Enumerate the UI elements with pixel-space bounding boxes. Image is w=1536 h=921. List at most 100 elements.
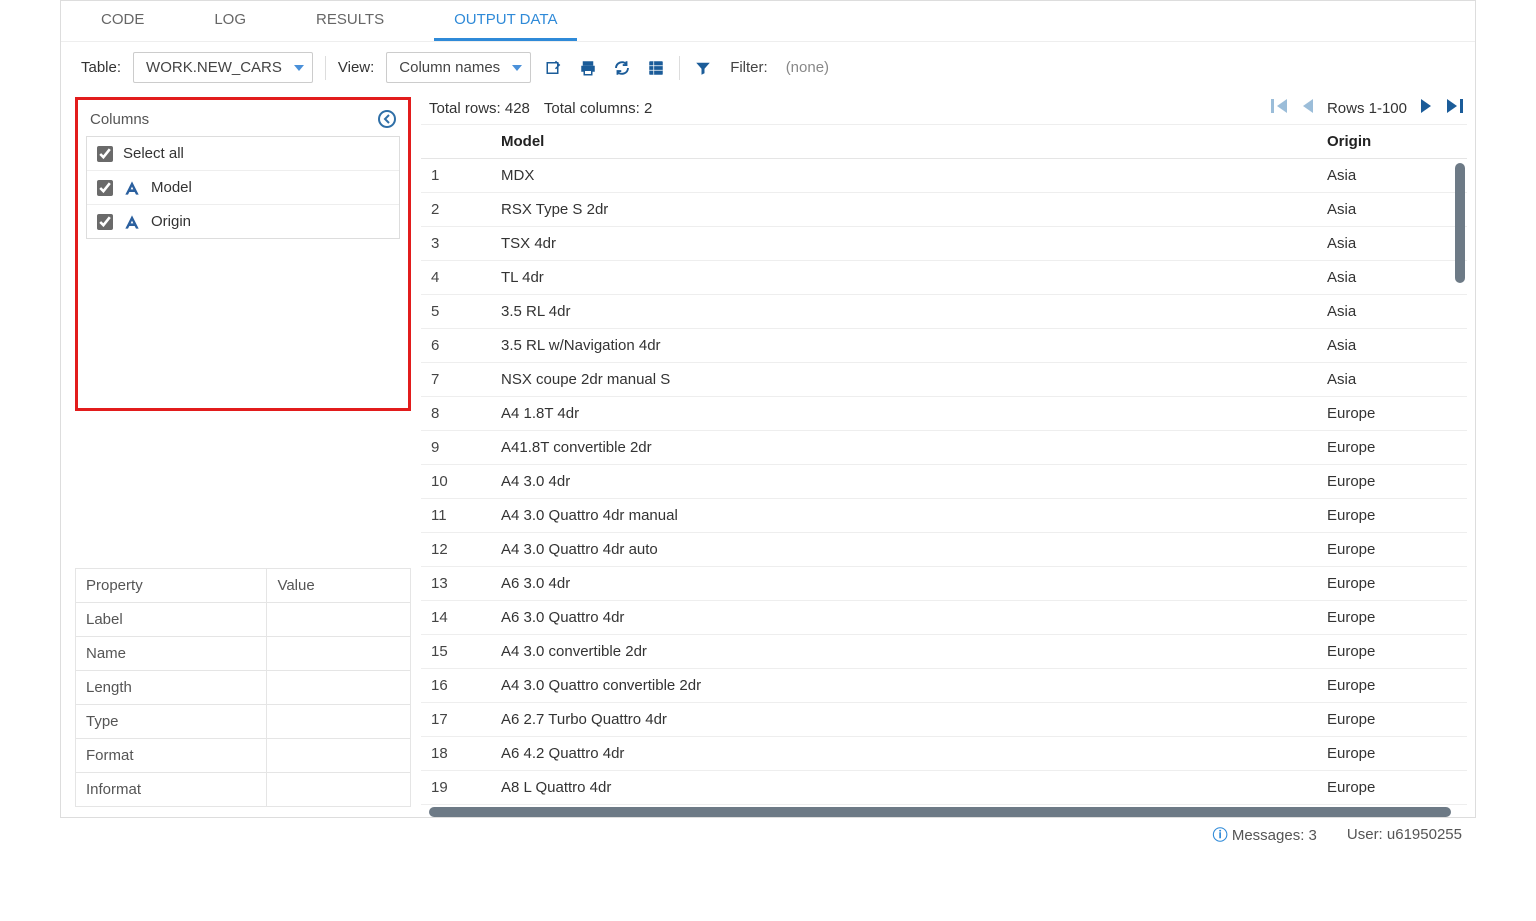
column-header-model[interactable]: Model [491,125,1317,159]
tab-output-data[interactable]: OUTPUT DATA [434,1,577,41]
tab-results[interactable]: RESULTS [296,1,404,41]
view-select-value: Column names [399,59,500,76]
data-panel: Total rows: 428 Total columns: 2 [421,93,1475,817]
cell-origin: Asia [1317,227,1467,261]
cell-model: A4 1.8T 4dr [491,397,1317,431]
column-item-origin[interactable]: Origin [87,205,399,238]
table-label: Table: [81,59,121,76]
cell-origin: Asia [1317,363,1467,397]
cell-origin: Europe [1317,431,1467,465]
row-number: 8 [421,397,491,431]
properties-table: Property Value LabelNameLengthTypeFormat… [75,568,411,807]
next-page-icon[interactable] [1419,99,1433,118]
view-select[interactable]: Column names [386,52,531,83]
column-header-origin[interactable]: Origin [1317,125,1467,159]
table-row[interactable]: 16A4 3.0 Quattro convertible 2drEurope [421,669,1467,703]
table-row[interactable]: 11A4 3.0 Quattro 4dr manualEurope [421,499,1467,533]
grid-icon[interactable] [645,57,667,79]
cell-origin: Asia [1317,159,1467,193]
prev-page-icon[interactable] [1301,99,1315,118]
row-number: 2 [421,193,491,227]
columns-list: Select all Model Origin [86,136,400,239]
tab-log[interactable]: LOG [194,1,266,41]
cell-model: A4 3.0 Quattro convertible 2dr [491,669,1317,703]
cell-origin: Asia [1317,295,1467,329]
column-checkbox[interactable] [97,214,113,230]
row-number: 16 [421,669,491,703]
cell-origin: Europe [1317,533,1467,567]
table-row[interactable]: 14A6 3.0 Quattro 4drEurope [421,601,1467,635]
property-row: Type [76,705,411,739]
toolbar-divider [679,56,680,80]
chevron-down-icon [294,65,304,71]
property-value [267,637,411,671]
cell-model: TSX 4dr [491,227,1317,261]
export-icon[interactable] [543,57,565,79]
toolbar: Table: WORK.NEW_CARS View: Column names … [61,42,1475,93]
table-row[interactable]: 19A8 L Quattro 4drEurope [421,771,1467,805]
property-header: Property [76,569,267,603]
table-row[interactable]: 13A6 3.0 4drEurope [421,567,1467,601]
property-row: Length [76,671,411,705]
refresh-icon[interactable] [611,57,633,79]
horizontal-scrollbar[interactable] [429,807,1451,817]
table-select[interactable]: WORK.NEW_CARS [133,52,313,83]
select-all-checkbox[interactable] [97,146,113,162]
table-row[interactable]: 3TSX 4drAsia [421,227,1467,261]
filter-icon[interactable] [692,57,714,79]
cell-model: A6 3.0 4dr [491,567,1317,601]
table-row[interactable]: 63.5 RL w/Navigation 4drAsia [421,329,1467,363]
messages-indicator[interactable]: ⓘ Messages: 3 [1213,824,1317,845]
column-header-rownum[interactable] [421,125,491,159]
cell-model: A4 3.0 convertible 2dr [491,635,1317,669]
table-row[interactable]: 12A4 3.0 Quattro 4dr autoEurope [421,533,1467,567]
info-icon: ⓘ [1213,827,1228,844]
table-row[interactable]: 18A6 4.2 Quattro 4drEurope [421,737,1467,771]
cell-origin: Europe [1317,397,1467,431]
table-row[interactable]: 17A6 2.7 Turbo Quattro 4drEurope [421,703,1467,737]
property-value [267,671,411,705]
table-row[interactable]: 2RSX Type S 2drAsia [421,193,1467,227]
row-number: 12 [421,533,491,567]
cell-origin: Asia [1317,261,1467,295]
columns-title: Columns [90,111,149,128]
collapse-icon[interactable] [378,110,396,128]
property-name: Informat [76,773,267,807]
tab-bar: CODE LOG RESULTS OUTPUT DATA [61,1,1475,42]
first-page-icon[interactable] [1271,99,1289,118]
property-value [267,739,411,773]
select-all-row[interactable]: Select all [87,137,399,171]
table-row[interactable]: 7NSX coupe 2dr manual SAsia [421,363,1467,397]
toolbar-divider [325,56,326,80]
row-number: 10 [421,465,491,499]
column-checkbox[interactable] [97,180,113,196]
table-row[interactable]: 4TL 4drAsia [421,261,1467,295]
table-row[interactable]: 15A4 3.0 convertible 2drEurope [421,635,1467,669]
row-number: 17 [421,703,491,737]
view-label: View: [338,59,374,76]
data-scroll-area: ModelOrigin 1MDXAsia2RSX Type S 2drAsia3… [421,124,1467,805]
vertical-scrollbar[interactable] [1455,163,1465,283]
rows-range: Rows 1-100 [1327,100,1407,117]
cell-model: A6 2.7 Turbo Quattro 4dr [491,703,1317,737]
columns-header: Columns [78,100,408,136]
table-row[interactable]: 9A41.8T convertible 2drEurope [421,431,1467,465]
cell-model: A4 3.0 Quattro 4dr auto [491,533,1317,567]
table-row[interactable]: 10A4 3.0 4drEurope [421,465,1467,499]
row-number: 1 [421,159,491,193]
last-page-icon[interactable] [1445,99,1463,118]
cell-origin: Asia [1317,329,1467,363]
table-row[interactable]: 8A4 1.8T 4drEurope [421,397,1467,431]
cell-model: A4 3.0 4dr [491,465,1317,499]
table-row[interactable]: 1MDXAsia [421,159,1467,193]
row-number: 13 [421,567,491,601]
cell-model: A41.8T convertible 2dr [491,431,1317,465]
tab-code[interactable]: CODE [81,1,164,41]
cell-origin: Europe [1317,465,1467,499]
print-icon[interactable] [577,57,599,79]
column-item-model[interactable]: Model [87,171,399,205]
property-row: Label [76,603,411,637]
app-window: CODE LOG RESULTS OUTPUT DATA Table: WORK.NE… [60,0,1476,818]
cell-origin: Europe [1317,737,1467,771]
table-row[interactable]: 53.5 RL 4drAsia [421,295,1467,329]
